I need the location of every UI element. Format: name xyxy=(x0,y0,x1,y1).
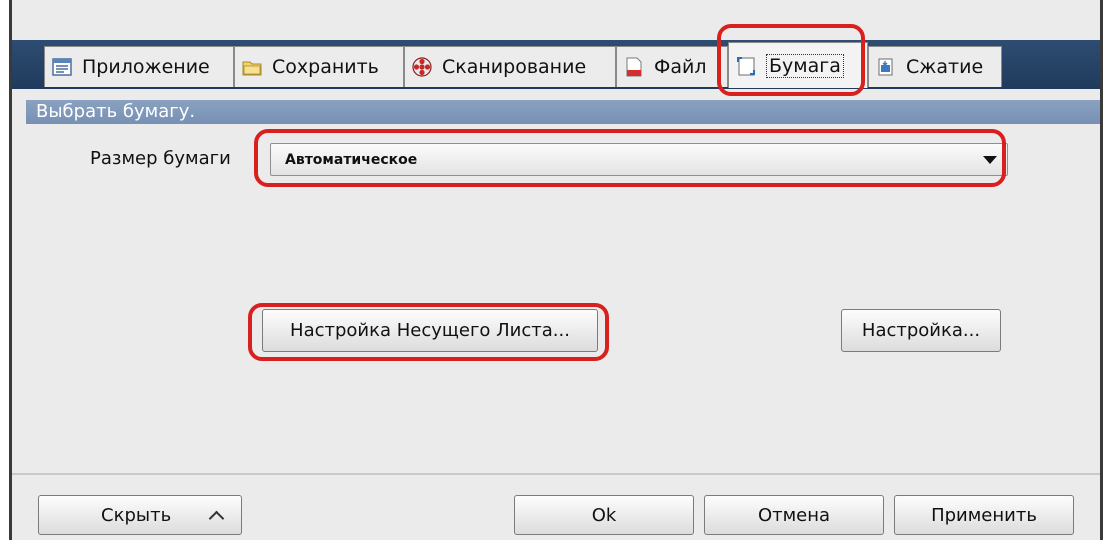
tab-label: Файл xyxy=(654,56,707,78)
section-title: Выбрать бумагу. xyxy=(26,100,1100,124)
settings-button[interactable]: Настройка... xyxy=(841,309,1001,352)
file-icon xyxy=(626,57,642,77)
tab-scan[interactable]: Сканирование xyxy=(404,46,616,87)
highlight-carrier-sheet-button xyxy=(248,303,609,361)
tab-application[interactable]: Приложение xyxy=(44,46,234,87)
window-frame-left xyxy=(0,0,12,540)
cancel-button[interactable]: Отмена xyxy=(704,495,884,535)
application-icon xyxy=(52,58,72,76)
settings-label: Настройка... xyxy=(861,320,981,341)
hide-button[interactable]: Скрыть xyxy=(38,495,242,535)
chevron-up-icon xyxy=(208,510,225,526)
paper-size-label: Размер бумаги xyxy=(90,148,231,169)
ok-button[interactable]: Ok xyxy=(514,495,694,535)
apply-button[interactable]: Применить xyxy=(894,495,1074,535)
settings-panel: Приложение Сохранить Сканирование Файл Б… xyxy=(12,0,1100,540)
highlight-paper-size xyxy=(254,129,1006,187)
highlight-paper-tab xyxy=(717,24,865,96)
folder-icon xyxy=(242,61,262,76)
tab-label: Сжатие xyxy=(906,56,984,78)
tab-compression[interactable]: Сжатие xyxy=(868,46,1002,87)
tab-label: Сканирование xyxy=(442,56,587,78)
tab-strip: Приложение Сохранить Сканирование Файл Б… xyxy=(12,40,1100,89)
scan-icon xyxy=(412,57,432,77)
bottom-separator xyxy=(12,473,1100,475)
hide-label: Скрыть xyxy=(101,504,172,526)
scanner-settings-window: Приложение Сохранить Сканирование Файл Б… xyxy=(0,0,1103,540)
ok-label: Ok xyxy=(591,504,617,526)
cancel-label: Отмена xyxy=(757,504,831,526)
tab-label: Приложение xyxy=(82,56,210,78)
apply-label: Применить xyxy=(931,504,1037,526)
compression-icon xyxy=(878,58,893,76)
tab-label: Сохранить xyxy=(272,56,379,78)
tab-save[interactable]: Сохранить xyxy=(234,46,404,87)
tab-file[interactable]: Файл xyxy=(616,46,728,87)
